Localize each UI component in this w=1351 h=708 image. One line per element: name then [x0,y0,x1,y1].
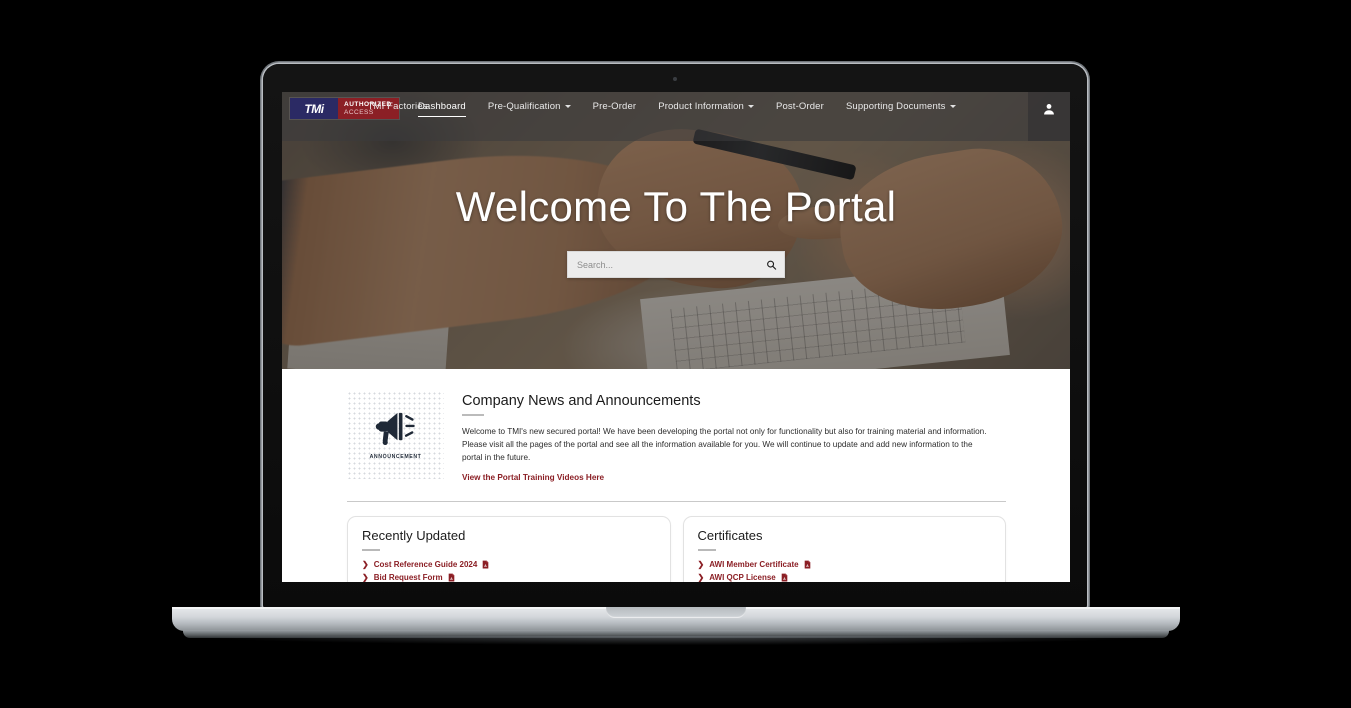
pdf-icon: A [448,573,454,582]
card-underline [362,549,380,552]
chevron-right-icon: ❯ [362,559,369,569]
nav-label: Pre-Order [592,101,637,112]
list-item-label: Bid Request Form [373,573,443,582]
announcement-caption: ANNOUNCEMENT [369,454,422,460]
news-body: Company News and Announcements Welcome t… [462,391,1044,485]
list-item-label: Cost Reference Guide 2024 [373,560,478,570]
pdf-icon: A [804,560,810,569]
title-underline [462,414,484,416]
nav-item-pre-qualification[interactable]: Pre-Qualification [488,98,571,116]
hero-section: TMi AUTHORIZED ACCESS Dashboard Pre-Qual… [282,92,1070,369]
search-input[interactable] [568,252,784,277]
announcement-badge: ANNOUNCEMENT [347,391,444,479]
portal-training-videos-link[interactable]: View the Portal Training Videos Here [462,473,604,482]
list-item-label: AWI QCP License [709,573,776,582]
company-news-section: ANNOUNCEMENT Company News and Announceme… [282,369,1070,485]
nav-item-pre-order[interactable]: Pre-Order [593,98,637,116]
cards-row: Recently Updated ❯ Cost Reference Guide … [282,502,1070,582]
list-item[interactable]: ❯ Cost Reference Guide 2024 A [362,560,656,569]
chevron-right-icon: ❯ [697,559,705,569]
nav-item-tmi-factories[interactable]: TMI Factories [368,98,428,116]
pdf-icon: A [781,573,788,582]
laptop-base-notch [606,607,746,618]
top-navigation-bar: TMi AUTHORIZED ACCESS Dashboard Pre-Qual… [282,92,1070,141]
nav-items: Dashboard Pre-Qualification Pre-Order Pr… [368,98,1010,117]
page-body: ANNOUNCEMENT Company News and Announceme… [282,369,1070,582]
page-title: Welcome To The Portal [455,183,897,230]
card-recently-updated: Recently Updated ❯ Cost Reference Guide … [347,516,671,582]
card-title: Certificates [697,528,763,544]
card-title: Recently Updated [362,528,466,544]
nav-label: Post-Order [775,101,824,112]
user-icon [1044,104,1054,115]
chevron-down-icon [747,105,754,108]
chevron-down-icon [949,105,956,108]
list-item[interactable]: ❯ AWI QCP License A [698,573,992,582]
search-box[interactable] [567,251,785,278]
card-underline [697,549,716,552]
laptop-lid: TMi AUTHORIZED ACCESS Dashboard Pre-Qual… [263,64,1087,609]
nav-item-post-order[interactable]: Post-Order [776,98,824,116]
megaphone-icon [375,412,415,445]
search-button[interactable] [765,258,778,271]
card-certificates: Certificates ❯ AWI Member Certificate A … [682,516,1006,582]
nav-label: TMI Factories [367,101,428,112]
webcam-icon [673,77,677,81]
screenshot-stage: TMi AUTHORIZED ACCESS Dashboard Pre-Qual… [0,0,1351,708]
laptop-screen: TMi AUTHORIZED ACCESS Dashboard Pre-Qual… [282,92,1070,582]
nav-label: Pre-Qualification [487,101,561,112]
list-item-label: AWI Member Certificate [709,560,799,570]
chevron-right-icon: ❯ [697,572,705,582]
nav-item-supporting-documents[interactable]: Supporting Documents [846,98,956,116]
laptop-shadow [200,636,1152,645]
chevron-right-icon: ❯ [362,572,369,582]
nav-item-product-information[interactable]: Product Information [658,98,754,116]
pdf-icon: A [483,560,489,569]
laptop-base [172,607,1180,631]
logo-mark: TMi [290,98,338,119]
nav-label: Product Information [658,101,744,112]
list-item[interactable]: ❯ AWI Member Certificate A [698,560,992,569]
search-icon [767,260,777,270]
news-title: Company News and Announcements [462,393,701,409]
nav-label: Supporting Documents [845,101,946,112]
list-item[interactable]: ❯ Bid Request Form A [362,573,656,582]
chevron-down-icon [564,105,571,108]
account-menu[interactable] [1028,92,1070,141]
news-paragraph: Welcome to TMI's new secured portal! We … [462,426,987,463]
